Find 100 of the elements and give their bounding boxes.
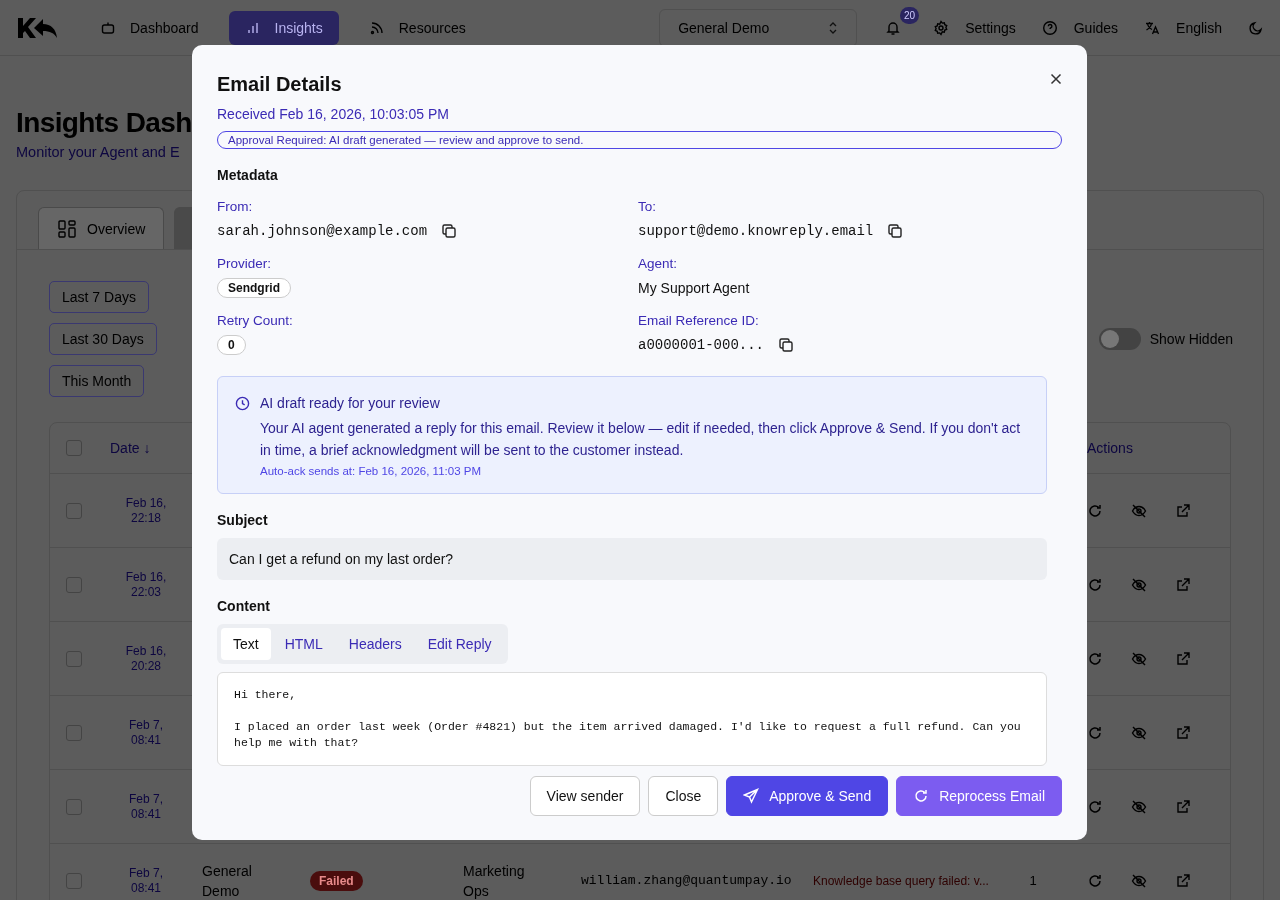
content-tab[interactable]: HTML bbox=[272, 628, 335, 660]
date-cell-text: Feb 7, 08:41 bbox=[128, 717, 164, 748]
help-icon bbox=[1041, 19, 1058, 36]
date-cell-text: Feb 16, 22:18 bbox=[124, 495, 168, 526]
date-filter-button[interactable]: Last 7 Days bbox=[49, 281, 149, 313]
field-value: My Support Agent bbox=[638, 280, 750, 296]
page-subtitle: Monitor your Agent and E bbox=[16, 144, 180, 160]
workspace-cell-text: General Demo bbox=[202, 861, 253, 900]
field-label: Provider: bbox=[217, 256, 273, 271]
refresh-icon[interactable] bbox=[1087, 650, 1103, 667]
field-value: sarah.johnson@example.com bbox=[217, 223, 428, 239]
clock-icon bbox=[235, 396, 250, 411]
settings-icon bbox=[933, 19, 950, 36]
content-tab[interactable]: Edit Reply bbox=[415, 628, 504, 660]
status-badge: Failed bbox=[310, 870, 363, 891]
checkbox[interactable] bbox=[66, 440, 82, 456]
bell-icon[interactable] bbox=[885, 19, 902, 36]
value-badge: Sendgrid bbox=[217, 278, 291, 298]
email-cell: william.zhang@quantumpay.io bbox=[581, 873, 792, 888]
date-filter-button[interactable]: This Month bbox=[49, 365, 145, 397]
received-date: Received Feb 16, 2026, 10:03:05 PM bbox=[217, 106, 450, 122]
column-header: Actions bbox=[1087, 440, 1133, 456]
dialog-button[interactable]: Reprocess Email bbox=[896, 776, 1062, 816]
external-link-icon[interactable] bbox=[1175, 798, 1191, 815]
eye-off-icon[interactable] bbox=[1131, 798, 1147, 815]
nav-link[interactable]: Insights bbox=[228, 10, 339, 45]
section-heading: Content bbox=[217, 598, 271, 614]
header-link[interactable]: Guides bbox=[1041, 19, 1119, 36]
copy-icon[interactable] bbox=[441, 223, 458, 239]
toggle-label: Show Hidden bbox=[1149, 331, 1233, 347]
external-link-icon[interactable] bbox=[1175, 502, 1191, 519]
date-cell-text: Feb 7, 08:41 bbox=[128, 865, 164, 896]
date-cell-text: Feb 7, 08:41 bbox=[128, 791, 164, 822]
copy-icon[interactable] bbox=[887, 223, 904, 239]
content-tab[interactable]: Headers bbox=[336, 628, 414, 660]
page-title: Insights Dash bbox=[16, 106, 192, 140]
eye-off-icon[interactable] bbox=[1131, 872, 1147, 889]
field-value: a0000001-000... bbox=[638, 337, 765, 353]
auto-ack-time: Auto-ack sends at: Feb 16, 2026, 11:03 PM bbox=[260, 465, 482, 477]
checkbox[interactable] bbox=[66, 576, 82, 593]
external-link-icon[interactable] bbox=[1175, 576, 1191, 593]
refresh-icon[interactable] bbox=[1087, 872, 1103, 889]
nav-link[interactable]: Resources bbox=[352, 10, 482, 45]
close-icon[interactable] bbox=[1050, 72, 1062, 85]
email-body-text: Hi there, I placed an order last week (Order #4821) but the item arrived damaged. I'd like to request a full refund. Can you help me with that? bbox=[217, 672, 1047, 766]
notification-count: 20 bbox=[900, 6, 920, 24]
notice-title: AI draft ready for your review bbox=[260, 395, 441, 411]
eye-off-icon[interactable] bbox=[1131, 502, 1147, 519]
external-link-icon[interactable] bbox=[1175, 872, 1191, 889]
checkbox[interactable] bbox=[66, 502, 82, 519]
external-link-icon[interactable] bbox=[1175, 650, 1191, 667]
checkbox[interactable] bbox=[66, 724, 82, 741]
refresh-icon[interactable] bbox=[1087, 502, 1103, 519]
dark-mode-icon[interactable] bbox=[1248, 19, 1264, 36]
refresh-icon bbox=[913, 788, 930, 804]
checkbox[interactable] bbox=[66, 872, 82, 889]
checkbox[interactable] bbox=[66, 798, 82, 815]
header-link[interactable]: English bbox=[1144, 19, 1222, 36]
eye-off-icon[interactable] bbox=[1131, 724, 1147, 741]
notice-text: Your AI agent generated a reply for this email. Review it below — edit if needed, then click Approve & Send. If you don't act in time, a brief acknowledgment will be sent to the customer instead. bbox=[260, 419, 1022, 460]
field-label: To: bbox=[638, 199, 657, 214]
dialog-button[interactable]: Approve & Send bbox=[726, 776, 889, 816]
field-label: Agent: bbox=[638, 256, 679, 271]
date-filter-button[interactable]: Last 30 Days bbox=[49, 323, 157, 355]
checkbox[interactable] bbox=[66, 650, 82, 667]
section-heading: Metadata bbox=[217, 167, 279, 183]
eye-off-icon[interactable] bbox=[1131, 576, 1147, 593]
send-icon bbox=[743, 788, 760, 804]
header-link[interactable]: Settings bbox=[933, 19, 1016, 36]
date-cell-text: Feb 16, 22:03 bbox=[124, 569, 168, 600]
translate-icon bbox=[1144, 19, 1161, 36]
count-cell: 1 bbox=[1029, 873, 1037, 888]
dialog-button[interactable]: Close bbox=[648, 776, 719, 816]
chevron-up-down-icon bbox=[828, 20, 839, 35]
refresh-icon[interactable] bbox=[1087, 576, 1103, 593]
eye-off-icon[interactable] bbox=[1131, 650, 1147, 667]
value-badge: 0 bbox=[217, 335, 246, 355]
field-label: Retry Count: bbox=[217, 313, 294, 328]
column-header[interactable]: Date ↓ bbox=[110, 440, 151, 456]
refresh-icon[interactable] bbox=[1087, 724, 1103, 741]
field-value: support@demo.knowreply.email bbox=[638, 223, 874, 239]
toggle-switch[interactable] bbox=[1098, 328, 1141, 350]
rss-icon bbox=[368, 19, 385, 36]
error-cell: Knowledge base query failed: v... bbox=[813, 873, 989, 888]
subject-text: Can I get a refund on my last order? bbox=[217, 538, 1047, 580]
field-label: Email Reference ID: bbox=[638, 313, 760, 328]
grid-icon bbox=[57, 218, 77, 239]
field-label: From: bbox=[217, 199, 254, 214]
tab[interactable]: Overview bbox=[38, 207, 165, 249]
logo-icon[interactable] bbox=[16, 15, 58, 40]
date-cell-text: Feb 16, 20:28 bbox=[124, 643, 168, 674]
external-link-icon[interactable] bbox=[1175, 724, 1191, 741]
content-tab[interactable]: Text bbox=[221, 628, 271, 660]
copy-icon[interactable] bbox=[778, 337, 795, 353]
refresh-icon[interactable] bbox=[1087, 798, 1103, 815]
dialog-button[interactable]: View sender bbox=[529, 776, 641, 816]
agent-cell-text: Marketing Ops bbox=[463, 861, 526, 900]
section-heading: Subject bbox=[217, 512, 269, 528]
nav-link[interactable]: Dashboard bbox=[84, 10, 215, 45]
dialog-title: Email Details bbox=[217, 73, 342, 96]
